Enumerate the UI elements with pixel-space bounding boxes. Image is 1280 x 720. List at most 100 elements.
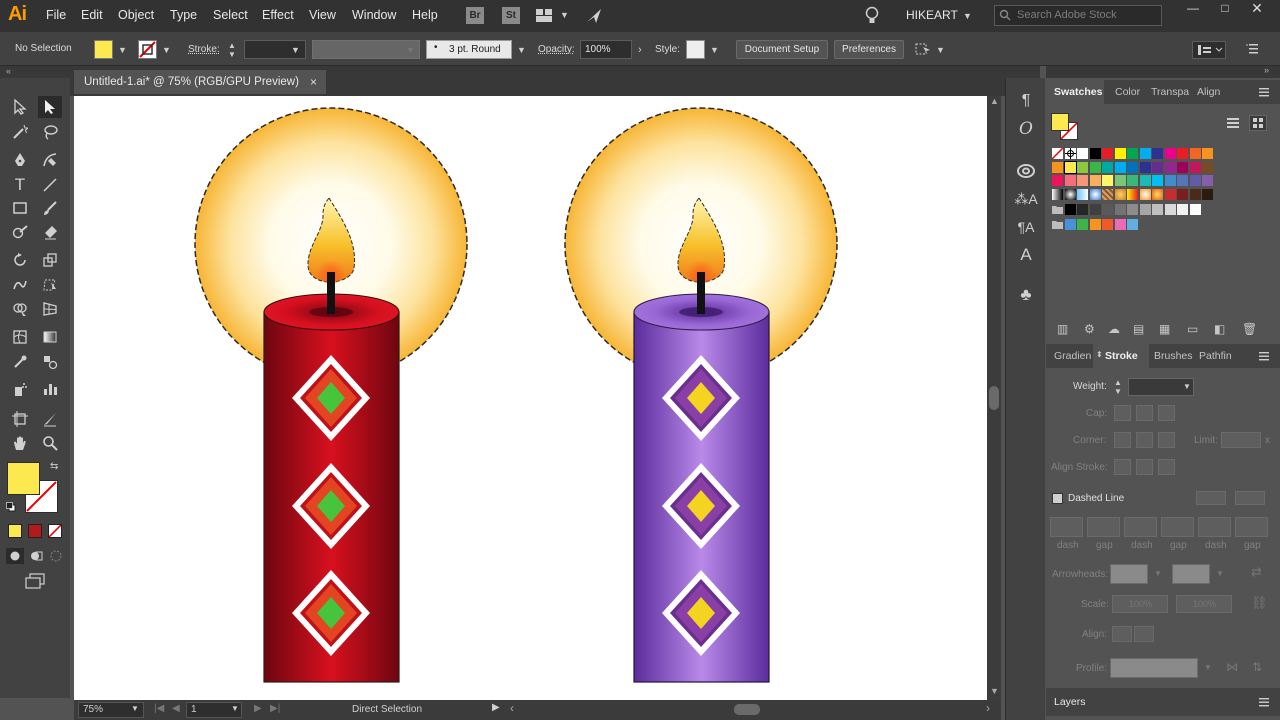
arrange-documents-icon[interactable] — [535, 8, 555, 23]
color-swatch[interactable] — [1202, 161, 1213, 173]
color-swatch[interactable] — [1152, 175, 1163, 186]
creative-cloud-libraries-icon[interactable] — [1014, 160, 1038, 182]
stroke-stepper[interactable]: ▲ ▼ — [228, 41, 240, 59]
color-swatch[interactable] — [1127, 204, 1138, 215]
rotate-icon[interactable] — [8, 249, 32, 271]
previous-artboard-icon[interactable]: ◀ — [172, 703, 180, 714]
color-swatch[interactable] — [1064, 219, 1076, 230]
menu-type[interactable]: Type — [170, 8, 197, 22]
hand-icon[interactable] — [8, 432, 32, 454]
scale-icon[interactable] — [38, 249, 62, 271]
next-artboard-icon[interactable]: ▶ — [254, 703, 262, 714]
color-swatch[interactable] — [1189, 175, 1201, 186]
dash-field-1[interactable] — [1050, 517, 1083, 537]
color-swatch[interactable] — [1077, 175, 1088, 186]
last-artboard-icon[interactable]: ▶| — [270, 703, 280, 714]
tab-brushes[interactable]: Brushes — [1154, 344, 1193, 368]
artboard-icon[interactable] — [8, 408, 32, 430]
panel-menu-icon[interactable] — [1258, 86, 1270, 98]
butt-cap-button[interactable] — [1114, 405, 1131, 421]
gpu-performance-icon[interactable] — [584, 6, 604, 26]
chevron-down-icon[interactable]: ▼ — [118, 45, 127, 55]
eraser-icon[interactable] — [38, 221, 62, 243]
color-swatch[interactable] — [1177, 148, 1188, 159]
free-transform-icon[interactable] — [38, 274, 62, 296]
paragraph-styles-icon[interactable]: ¶A — [1014, 216, 1038, 238]
color-swatch[interactable] — [1152, 204, 1163, 215]
none-mode-icon[interactable] — [48, 524, 62, 538]
menu-select[interactable]: Select — [213, 8, 248, 22]
vertical-scroll-thumb[interactable] — [989, 386, 999, 410]
color-swatch[interactable] — [1202, 175, 1213, 186]
color-mode-icon[interactable] — [8, 524, 22, 538]
color-group-icon[interactable]: ▦ — [1159, 322, 1170, 336]
color-swatch[interactable] — [1202, 189, 1213, 200]
dashed-line-checkbox[interactable] — [1052, 493, 1063, 504]
preferences-button[interactable]: Preferences — [834, 40, 904, 59]
weight-stepper[interactable]: ▲ ▼ — [1114, 378, 1126, 396]
delete-swatch-icon[interactable]: 🗑 — [1242, 322, 1257, 336]
menu-file[interactable]: File — [46, 8, 66, 22]
color-swatch[interactable] — [1077, 189, 1088, 200]
vertical-scrollbar[interactable]: ▲ ▼ — [987, 96, 1001, 700]
gradient-mode-icon[interactable] — [28, 524, 42, 538]
color-swatch[interactable] — [1114, 189, 1126, 200]
close-tab-icon[interactable]: × — [310, 70, 317, 94]
color-swatch[interactable] — [1077, 148, 1088, 159]
color-swatch[interactable] — [1102, 148, 1113, 159]
color-swatch[interactable] — [1089, 219, 1101, 230]
symbol-sprayer-icon[interactable] — [8, 378, 32, 400]
color-swatch[interactable] — [1177, 204, 1188, 215]
chevron-down-icon[interactable]: ▼ — [406, 45, 415, 55]
maximize-window-icon[interactable]: □ — [1208, 0, 1242, 16]
color-swatch[interactable] — [1102, 219, 1113, 230]
color-swatch[interactable] — [1189, 189, 1201, 200]
chevron-down-icon[interactable]: ▼ — [131, 704, 139, 713]
tab-color[interactable]: Color — [1115, 80, 1140, 104]
color-swatch[interactable] — [1102, 175, 1113, 186]
draw-inside-icon[interactable] — [48, 548, 64, 564]
workspace-switcher[interactable]: HIKEART — [906, 8, 958, 22]
chevron-down-icon[interactable]: ▼ — [291, 45, 300, 55]
type-icon[interactable]: T — [8, 174, 32, 196]
color-swatch[interactable] — [1152, 189, 1163, 200]
round-cap-button[interactable] — [1136, 405, 1153, 421]
color-swatch[interactable] — [1114, 161, 1126, 173]
stock-button[interactable]: St — [502, 7, 520, 24]
color-swatch[interactable] — [1164, 161, 1176, 173]
color-swatch[interactable] — [1177, 189, 1188, 200]
end-scale-field[interactable]: 100% — [1176, 595, 1232, 613]
color-swatch[interactable] — [1139, 189, 1151, 200]
limit-field[interactable] — [1221, 432, 1261, 448]
collapse-toolbar-icon[interactable]: « — [6, 66, 11, 76]
width-profile-select[interactable] — [1110, 658, 1198, 678]
draw-behind-icon[interactable] — [28, 548, 44, 564]
swap-arrowheads-icon[interactable]: ⇄ — [1251, 564, 1262, 580]
color-swatch[interactable] — [1139, 204, 1151, 215]
color-swatch[interactable] — [1139, 175, 1151, 186]
horizontal-scroll-thumb[interactable] — [734, 704, 760, 715]
opacity-field[interactable]: 100% — [580, 40, 632, 59]
stroke-label[interactable]: Stroke: — [188, 44, 220, 55]
align-inside-button[interactable] — [1136, 459, 1153, 475]
start-arrowhead-select[interactable] — [1110, 564, 1148, 584]
default-fill-stroke-icon[interactable] — [6, 502, 16, 512]
align-center-button[interactable] — [1114, 459, 1131, 475]
zoom-icon[interactable] — [38, 432, 62, 454]
color-swatch[interactable] — [1089, 148, 1101, 159]
status-menu-icon[interactable]: ▶ — [492, 702, 500, 713]
fill-color-box[interactable] — [7, 462, 40, 495]
chevron-down-icon[interactable]: ▼ — [963, 11, 972, 21]
curvature-icon[interactable] — [38, 149, 62, 171]
color-swatch[interactable] — [1052, 219, 1063, 230]
flip-across-icon[interactable]: ⇅ — [1252, 660, 1262, 674]
symbols-icon[interactable]: ♣ — [1014, 284, 1038, 306]
gap-field-2[interactable] — [1161, 517, 1194, 537]
brush-definition[interactable]: 3 pt. Round — [426, 40, 512, 59]
shaper-icon[interactable] — [8, 221, 32, 243]
scroll-right-icon[interactable]: › — [986, 701, 990, 715]
place-arrow-button[interactable] — [1134, 626, 1154, 642]
color-swatch[interactable] — [1114, 219, 1126, 230]
fill-swatch[interactable] — [94, 40, 113, 59]
color-swatch[interactable] — [1102, 161, 1113, 173]
